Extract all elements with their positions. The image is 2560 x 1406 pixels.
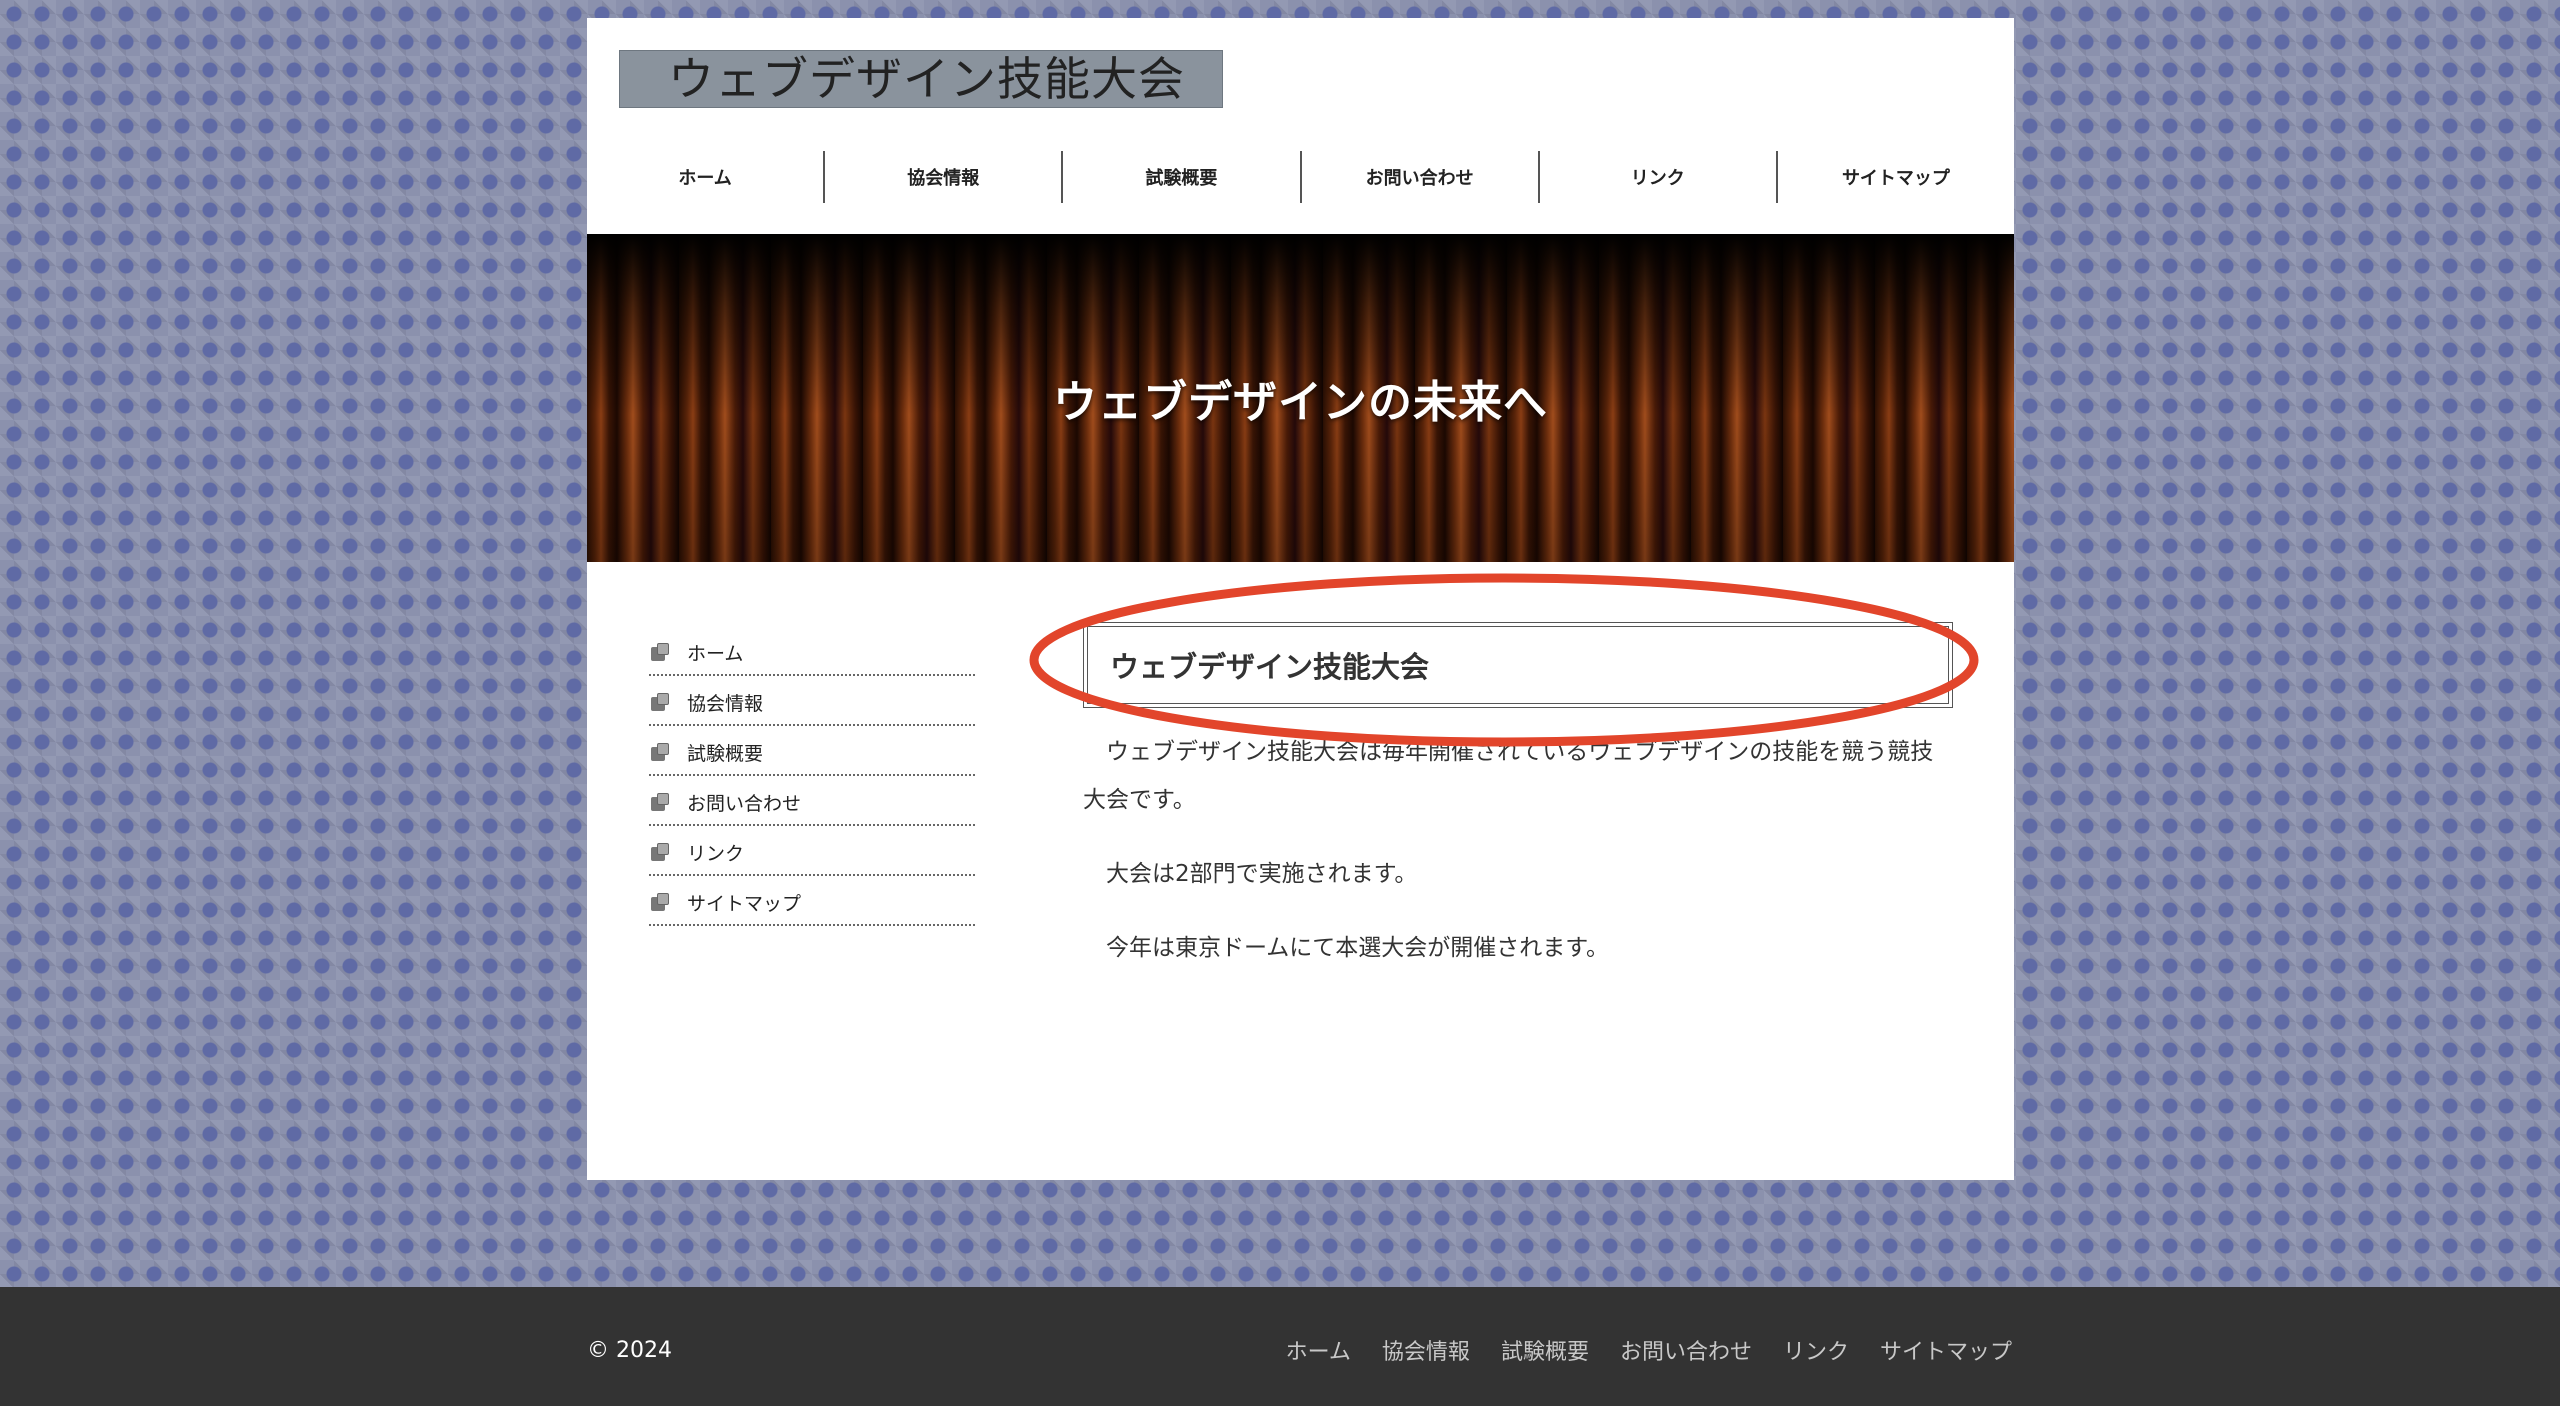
main-content: ウェブデザイン技能大会 ウェブデザイン技能大会は毎年開催されているウェブデザイン… bbox=[1083, 622, 1953, 972]
sidebar-item-label: 協会情報 bbox=[687, 692, 764, 715]
footer-navigation: ホーム 協会情報 試験概要 お問い合わせ リンク サイトマップ bbox=[1286, 1287, 2012, 1406]
nav-item-contact[interactable]: お問い合わせ bbox=[1299, 151, 1538, 203]
nav-item-association[interactable]: 協会情報 bbox=[823, 151, 1061, 203]
sidebar-item-association[interactable]: 協会情報 bbox=[649, 676, 975, 726]
content-paragraph: 今年は東京ドームにて本選大会が開催されます。 bbox=[1106, 935, 1610, 961]
sidebar-item-label: ホーム bbox=[687, 642, 744, 665]
footer-link-links[interactable]: リンク bbox=[1783, 1334, 1849, 1366]
footer-link-contact[interactable]: お問い合わせ bbox=[1620, 1334, 1752, 1366]
content-paragraph: 大会は2部門で実施されます。 bbox=[1106, 861, 1418, 887]
sidebar-item-contact[interactable]: お問い合わせ bbox=[649, 776, 975, 826]
page-icon bbox=[651, 893, 669, 911]
sidebar-item-sitemap[interactable]: サイトマップ bbox=[649, 876, 975, 926]
page-icon bbox=[651, 793, 669, 811]
sidebar-item-label: 試験概要 bbox=[687, 742, 764, 765]
footer-link-sitemap[interactable]: サイトマップ bbox=[1880, 1334, 2012, 1366]
content-heading: ウェブデザイン技能大会 bbox=[1083, 622, 1953, 708]
page-container: ウェブデザイン技能大会 ホーム 協会情報 試験概要 お問い合わせ リンク サイト… bbox=[587, 18, 2014, 1180]
sidebar-item-label: サイトマップ bbox=[687, 892, 802, 915]
page-icon bbox=[651, 693, 669, 711]
sidebar-item-label: リンク bbox=[687, 842, 745, 865]
nav-item-sitemap[interactable]: サイトマップ bbox=[1775, 151, 2014, 203]
site-logo[interactable]: ウェブデザイン技能大会 bbox=[619, 50, 1223, 108]
top-navigation: ホーム 協会情報 試験概要 お問い合わせ リンク サイトマップ bbox=[587, 151, 2014, 203]
page-icon bbox=[651, 643, 669, 661]
hero-banner: ウェブデザインの未来へ bbox=[587, 234, 2014, 562]
sidebar-item-exam-overview[interactable]: 試験概要 bbox=[649, 726, 975, 776]
nav-item-home[interactable]: ホーム bbox=[587, 151, 823, 203]
site-footer: © 2024 ホーム 協会情報 試験概要 お問い合わせ リンク サイトマップ bbox=[0, 1287, 2560, 1406]
sidebar-item-links[interactable]: リンク bbox=[649, 826, 975, 876]
sidebar-item-label: お問い合わせ bbox=[687, 792, 802, 815]
hero-title: ウェブデザインの未来へ bbox=[1053, 377, 1548, 428]
sidebar-item-home[interactable]: ホーム bbox=[649, 626, 975, 676]
page-icon bbox=[651, 743, 669, 761]
page-icon bbox=[651, 843, 669, 861]
nav-item-exam-overview[interactable]: 試験概要 bbox=[1061, 151, 1299, 203]
footer-link-association[interactable]: 協会情報 bbox=[1382, 1334, 1470, 1366]
content-paragraph: ウェブデザイン技能大会は毎年開催されているウェブデザインの技能を競う競技大会です… bbox=[1083, 739, 1934, 813]
sidebar-menu: ホーム 協会情報 試験概要 お問い合わせ リンク サイトマップ bbox=[649, 626, 975, 926]
footer-link-home[interactable]: ホーム bbox=[1286, 1334, 1351, 1366]
footer-link-exam-overview[interactable]: 試験概要 bbox=[1501, 1334, 1589, 1366]
copyright-text: © 2024 bbox=[587, 1338, 672, 1363]
nav-item-links[interactable]: リンク bbox=[1537, 151, 1776, 203]
